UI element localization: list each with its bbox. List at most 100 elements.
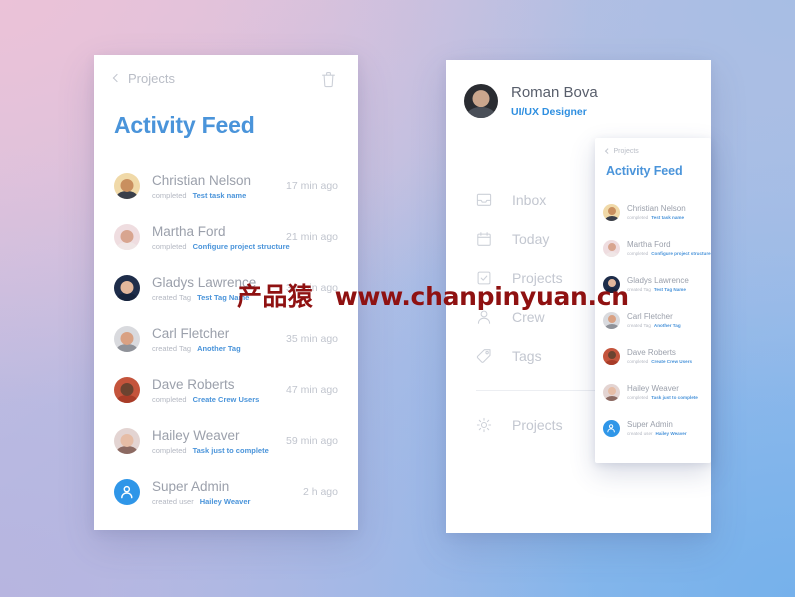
mini-back-to-projects-button[interactable]: Projects <box>605 148 639 155</box>
activity-feed-item[interactable]: Super Admin created user Hailey Weaver 2… <box>94 467 358 517</box>
mini-activity-action: completed <box>627 215 649 220</box>
activity-user-name: Hailey Weaver <box>152 427 240 443</box>
gear-icon <box>476 417 492 433</box>
activity-timestamp: 21 min ago <box>286 231 338 243</box>
activity-target[interactable]: Configure project structure <box>193 242 290 251</box>
mini-activity-target[interactable]: Configure project structure <box>651 251 710 256</box>
activity-action: created Tag <box>152 343 192 353</box>
activity-item-text: Dave Roberts completed Create Crew Users <box>152 377 278 404</box>
mini-activity-item-text: Super Admin created user Hailey Weaver <box>627 420 703 436</box>
mini-activity-user-name: Gladys Lawrence <box>627 276 689 285</box>
mini-activity-user-name: Christian Nelson <box>627 204 686 213</box>
activity-subtitle: created user Hailey Weaver <box>152 497 295 506</box>
mini-activity-target[interactable]: Another Tag <box>654 323 681 328</box>
activity-subtitle: created Tag Another Tag <box>152 344 278 353</box>
back-to-projects-button[interactable]: Projects <box>112 71 175 86</box>
mini-activity-item-text: Gladys Lawrence created Tag Test Tag Nam… <box>627 276 703 292</box>
mini-activity-item-text: Carl Fletcher created Tag Another Tag <box>627 312 703 328</box>
menu-item-label: Projects <box>512 416 563 433</box>
mini-activity-action: created Tag <box>627 287 651 292</box>
mini-activity-subtitle: completed Create Crew Users <box>627 359 703 364</box>
activity-item-text: Christian Nelson completed Test task nam… <box>152 173 278 200</box>
activity-feed-item[interactable]: Carl Fletcher created Tag Another Tag 35… <box>94 314 358 364</box>
activity-action: completed <box>152 190 187 200</box>
page-title: Activity Feed <box>114 112 255 138</box>
avatar <box>603 311 620 329</box>
activity-timestamp: 34 min ago <box>286 282 338 294</box>
activity-feed-panel: Projects Activity Feed Christian Nelson … <box>94 55 358 530</box>
mini-activity-target[interactable]: Task just to complete <box>651 395 698 400</box>
activity-subtitle: created Tag Test Tag Name <box>152 293 278 302</box>
activity-feed-list: Christian Nelson completed Test task nam… <box>94 161 358 517</box>
mini-activity-feed-item[interactable]: Christian Nelson completed Test task nam… <box>595 194 711 230</box>
avatar <box>603 419 620 437</box>
activity-target[interactable]: Test task name <box>193 191 247 200</box>
mini-activity-user-name: Hailey Weaver <box>627 384 679 393</box>
activity-target[interactable]: Create Crew Users <box>193 395 260 404</box>
avatar <box>603 239 620 257</box>
mini-activity-subtitle: completed Task just to complete <box>627 395 703 400</box>
mini-activity-action: created user <box>627 431 653 436</box>
avatar <box>114 479 140 505</box>
trash-icon[interactable] <box>321 71 336 93</box>
activity-user-name: Christian Nelson <box>152 172 252 188</box>
activity-action: completed <box>152 394 187 404</box>
back-label: Projects <box>128 71 175 86</box>
avatar <box>603 275 620 293</box>
mini-activity-feed-item[interactable]: Carl Fletcher created Tag Another Tag <box>595 302 711 338</box>
mini-activity-user-name: Dave Roberts <box>627 348 676 357</box>
activity-user-name: Gladys Lawrence <box>152 274 257 290</box>
activity-timestamp: 17 min ago <box>286 180 338 192</box>
avatar <box>114 224 140 250</box>
profile-role: UI/UX Designer <box>511 106 587 118</box>
mini-activity-feed-item[interactable]: Super Admin created user Hailey Weaver <box>595 410 711 446</box>
mini-activity-target[interactable]: Create Crew Users <box>651 359 692 364</box>
mini-activity-feed-item[interactable]: Gladys Lawrence created Tag Test Tag Nam… <box>595 266 711 302</box>
activity-target[interactable]: Hailey Weaver <box>200 497 251 506</box>
left-panel-topbar: Projects <box>94 55 358 103</box>
mini-activity-action: completed <box>627 359 649 364</box>
mini-activity-subtitle: completed Configure project structure <box>627 251 711 256</box>
activity-user-name: Martha Ford <box>152 223 226 239</box>
avatar <box>603 203 620 221</box>
activity-feed-item[interactable]: Dave Roberts completed Create Crew Users… <box>94 365 358 415</box>
mini-activity-feed-item[interactable]: Dave Roberts completed Create Crew Users <box>595 338 711 374</box>
profile-header[interactable]: Roman Bova UI/UX Designer <box>464 84 598 118</box>
activity-target[interactable]: Task just to complete <box>193 446 269 455</box>
mini-activity-item-text: Dave Roberts completed Create Crew Users <box>627 348 703 364</box>
checkbox-icon <box>476 270 492 286</box>
mini-activity-target[interactable]: Test Tag Name <box>654 287 686 292</box>
mini-activity-target[interactable]: Test task name <box>651 215 684 220</box>
mini-activity-item-text: Martha Ford completed Configure project … <box>627 240 711 256</box>
activity-timestamp: 59 min ago <box>286 435 338 447</box>
activity-target[interactable]: Test Tag Name <box>197 293 249 302</box>
activity-user-name: Dave Roberts <box>152 376 235 392</box>
mini-activity-feed-item[interactable]: Hailey Weaver completed Task just to com… <box>595 374 711 410</box>
activity-target[interactable]: Another Tag <box>197 344 241 353</box>
activity-action: completed <box>152 241 187 251</box>
activity-subtitle: completed Test task name <box>152 191 278 200</box>
avatar <box>114 275 140 301</box>
avatar <box>464 84 498 118</box>
activity-feed-item[interactable]: Martha Ford completed Configure project … <box>94 212 358 262</box>
avatar <box>603 383 620 401</box>
activity-subtitle: completed Configure project structure <box>152 241 290 251</box>
mini-activity-action: completed <box>627 395 649 400</box>
mini-activity-subtitle: created Tag Test Tag Name <box>627 287 703 292</box>
activity-item-text: Gladys Lawrence created Tag Test Tag Nam… <box>152 275 278 302</box>
activity-subtitle: completed Task just to complete <box>152 446 278 455</box>
mini-activity-target[interactable]: Hailey Weaver <box>656 431 687 436</box>
chevron-left-icon <box>605 148 611 154</box>
activity-feed-item[interactable]: Hailey Weaver completed Task just to com… <box>94 416 358 466</box>
mini-activity-user-name: Super Admin <box>627 420 673 429</box>
chevron-left-icon <box>112 73 122 83</box>
activity-action: created user <box>152 496 194 506</box>
mini-activity-subtitle: created user Hailey Weaver <box>627 431 703 436</box>
mini-activity-item-text: Christian Nelson completed Test task nam… <box>627 204 703 220</box>
screenshot-root: Projects Activity Feed Christian Nelson … <box>0 0 795 597</box>
activity-feed-item[interactable]: Christian Nelson completed Test task nam… <box>94 161 358 211</box>
activity-item-text: Martha Ford completed Configure project … <box>152 223 290 251</box>
activity-feed-item[interactable]: Gladys Lawrence created Tag Test Tag Nam… <box>94 263 358 313</box>
mini-activity-feed-item[interactable]: Martha Ford completed Configure project … <box>595 230 711 266</box>
calendar-icon <box>476 231 492 247</box>
